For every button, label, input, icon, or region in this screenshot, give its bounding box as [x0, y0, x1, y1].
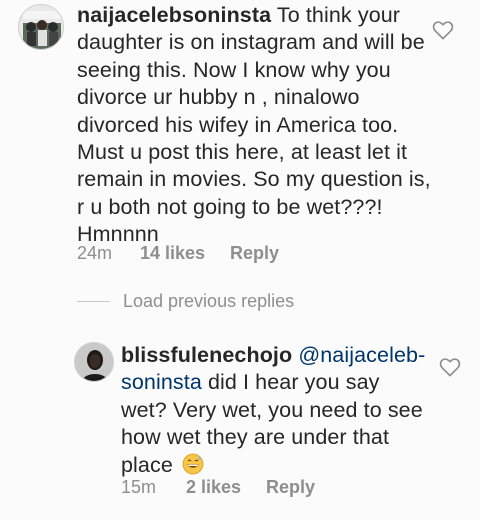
reply-time: 15m [121, 477, 157, 497]
reply-username[interactable]: blissfulenechojo [121, 343, 292, 367]
reply-body: blissfulenechojo @naijaceleb-soninsta di… [121, 342, 431, 479]
avatar[interactable] [18, 4, 64, 50]
load-previous-label[interactable]: Load previous replies [123, 291, 294, 312]
comment-text: To think your daughter is on instagram a… [77, 3, 431, 247]
comments-screen: naijacelebsoninsta To think your daughte… [0, 0, 480, 520]
reply-button[interactable]: Reply [230, 243, 279, 264]
grinning-sweat-emoji [182, 453, 204, 475]
reply-button[interactable]: Reply [266, 477, 315, 498]
heart-outline-icon[interactable] [432, 20, 454, 40]
divider-line [77, 301, 110, 302]
comment-meta: 24m 14 likes Reply [77, 243, 279, 264]
reply-meta: 15m 2 likes Reply [121, 477, 315, 498]
heart-outline-icon[interactable] [439, 357, 461, 377]
comment-body: naijacelebsoninsta To think your daughte… [77, 2, 432, 249]
comment-time: 24m [77, 243, 113, 263]
comment-username[interactable]: naijacelebsoninsta [77, 3, 271, 27]
reply-likes[interactable]: 2 likes [186, 477, 266, 498]
avatar[interactable] [74, 342, 114, 382]
load-previous-replies[interactable]: Load previous replies [77, 291, 294, 312]
comment-likes[interactable]: 14 likes [140, 243, 230, 264]
